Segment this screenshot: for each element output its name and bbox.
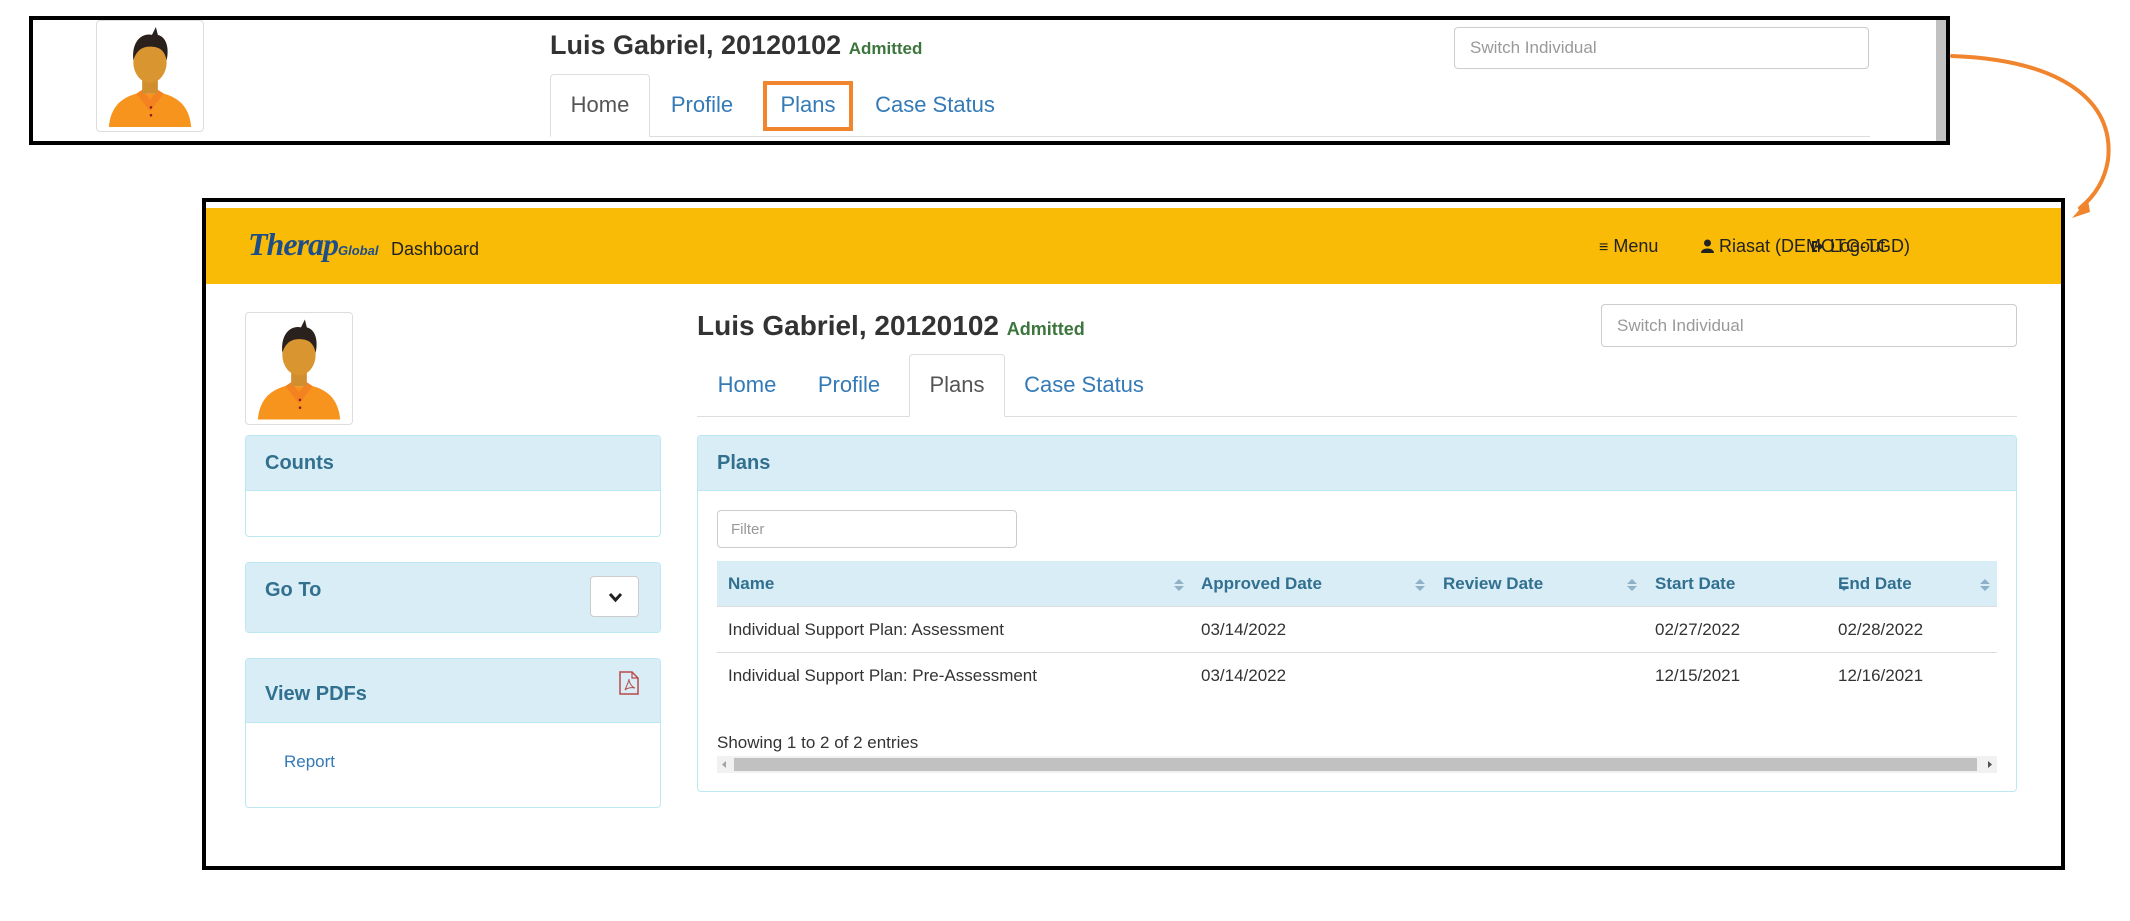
chevron-down-icon <box>608 592 623 603</box>
plans-title: Plans <box>717 452 771 474</box>
menu-label: Menu <box>1613 236 1659 256</box>
column-header-name[interactable]: Name <box>728 561 774 606</box>
menu-button[interactable]: ≡ Menu <box>1599 236 1658 257</box>
user-icon <box>1701 239 1714 253</box>
cell-approved-date: 03/14/2022 <box>1201 620 1287 639</box>
view-pdfs-title: View PDFs <box>265 683 367 705</box>
cell-start-date: 12/15/2021 <box>1655 666 1741 685</box>
goto-panel: Go To <box>245 562 661 633</box>
cell-approved-date: 03/14/2022 <box>1201 666 1287 685</box>
callout-before-frame: Luis Gabriel, 20120102 Admitted Home Pro… <box>29 16 1950 145</box>
scroll-right-icon[interactable] <box>1985 756 1995 773</box>
tab-label: Plans <box>929 372 985 397</box>
switch-individual-input[interactable] <box>1601 304 2017 347</box>
callout-after-frame: TherapGlobal Dashboard ≡ Menu Riasat (DE… <box>202 198 2065 870</box>
person-avatar-icon <box>101 25 199 127</box>
cell-end-date: 02/28/2022 <box>1838 620 1924 639</box>
arrow-head-icon <box>2072 200 2090 218</box>
tab-profile[interactable]: Profile <box>652 75 752 137</box>
plans-panel-header: Plans <box>698 436 2016 491</box>
tab-label: Home <box>717 372 777 397</box>
tab-case-status[interactable]: Case Status <box>860 75 1010 137</box>
individual-name: Luis Gabriel, 20120102 <box>550 30 842 60</box>
tab-label: Case Status <box>1024 372 1144 397</box>
tab-case-status[interactable]: Case Status <box>1009 355 1159 417</box>
cell-end-date: 12/16/2021 <box>1838 666 1924 685</box>
app-header: TherapGlobal Dashboard ≡ Menu Riasat (DE… <box>206 208 2061 284</box>
table-info: Showing 1 to 2 of 2 entries <box>717 733 919 752</box>
filter-input[interactable] <box>717 510 1017 548</box>
individual-title: Luis Gabriel, 20120102 Admitted <box>697 310 1085 342</box>
column-header-start-date[interactable]: Start Date <box>1655 561 1735 606</box>
tab-label: Case Status <box>875 92 995 117</box>
logout-button[interactable]: Logout <box>1811 236 1885 257</box>
scroll-left-icon[interactable] <box>719 756 729 773</box>
sort-both-icon[interactable] <box>1979 577 1991 593</box>
table-row[interactable]: Individual Support Plan: Pre-Assessment … <box>717 653 1997 698</box>
horizontal-scrollbar[interactable] <box>717 756 1997 773</box>
logo-suffix: Global <box>338 243 379 258</box>
cell-name[interactable]: Individual Support Plan: Pre-Assessment <box>728 666 1037 686</box>
status-badge: Admitted <box>1006 319 1085 339</box>
goto-title: Go To <box>265 579 322 601</box>
view-pdfs-panel-header: View PDFs <box>246 659 660 723</box>
person-avatar-icon <box>250 317 348 420</box>
cell-name[interactable]: Individual Support Plan: Assessment <box>728 620 1004 640</box>
plans-panel: Plans Name Approved Date Review Date Sta… <box>697 435 2017 792</box>
tab-label: Profile <box>670 92 734 117</box>
goto-dropdown-button[interactable] <box>590 576 639 617</box>
sort-both-icon[interactable] <box>1414 577 1426 593</box>
goto-panel-header: Go To <box>246 563 660 632</box>
tab-bar: Home Profile Plans Case Status <box>550 74 1870 137</box>
tab-home[interactable]: Home <box>697 355 797 417</box>
therap-logo[interactable]: TherapGlobal <box>248 226 378 263</box>
counts-panel: Counts <box>245 435 661 537</box>
sort-both-icon[interactable] <box>1173 577 1185 593</box>
sort-both-icon[interactable] <box>1626 577 1638 593</box>
column-header-review-date[interactable]: Review Date <box>1443 561 1543 606</box>
column-header-end-date[interactable]: End Date <box>1838 561 1912 606</box>
counts-panel-header: Counts <box>246 436 660 491</box>
logo-text: Therap <box>248 226 339 262</box>
view-pdfs-panel: View PDFs Report <box>245 658 661 808</box>
hamburger-icon: ≡ <box>1599 239 1609 256</box>
plans-table: Name Approved Date Review Date Start Dat… <box>717 561 1997 701</box>
status-badge: Admitted <box>848 39 923 58</box>
table-row[interactable]: Individual Support Plan: Assessment 03/1… <box>717 607 1997 653</box>
tab-label: Profile <box>817 372 881 397</box>
logout-icon <box>1812 241 1824 252</box>
plans-highlight-box <box>763 81 853 131</box>
logout-label: Logout <box>1830 236 1886 256</box>
cell-start-date: 02/27/2022 <box>1655 620 1741 639</box>
table-header-row: Name Approved Date Review Date Start Dat… <box>717 561 1997 607</box>
tab-plans[interactable]: Plans <box>909 354 1005 417</box>
pdf-icon[interactable] <box>619 671 639 695</box>
tab-label: Home <box>570 92 630 117</box>
counts-title: Counts <box>265 452 334 474</box>
tab-bar: Home Profile Plans Case Status <box>697 354 2017 417</box>
individual-title: Luis Gabriel, 20120102 Admitted <box>550 30 922 61</box>
scrollbar-thumb[interactable] <box>734 758 1977 771</box>
column-header-approved-date[interactable]: Approved Date <box>1201 561 1322 606</box>
tab-home[interactable]: Home <box>550 74 650 137</box>
avatar <box>96 20 204 132</box>
report-link[interactable]: Report <box>284 752 335 772</box>
dashboard-link[interactable]: Dashboard <box>391 239 479 260</box>
avatar <box>245 312 353 425</box>
switch-individual-input[interactable] <box>1454 27 1869 69</box>
tab-profile[interactable]: Profile <box>799 355 899 417</box>
individual-name: Luis Gabriel, 20120102 <box>697 310 999 341</box>
